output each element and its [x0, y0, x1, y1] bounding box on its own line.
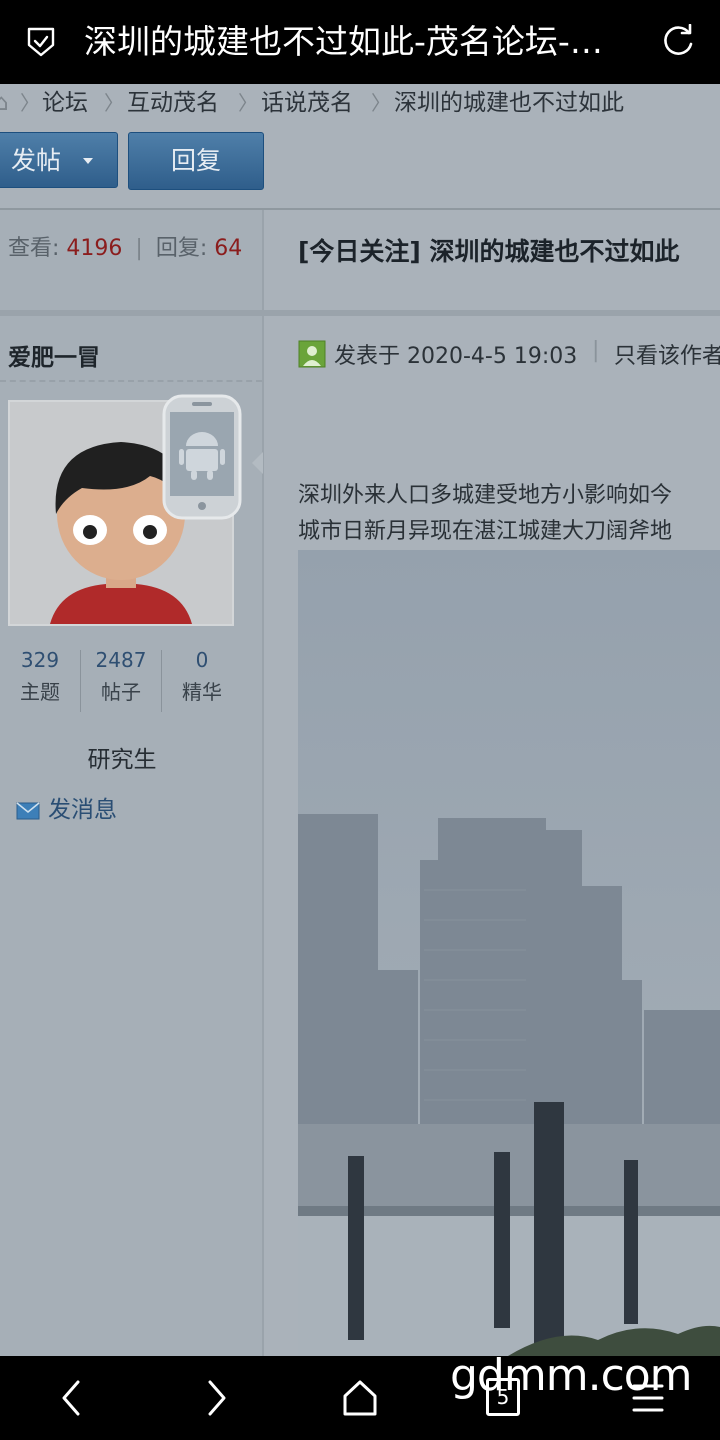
android-client-icon [162, 394, 242, 520]
only-author-link[interactable]: 只看该作者 [614, 338, 720, 370]
post-timestamp: 发表于 2020-4-5 19:03 [334, 344, 578, 369]
home-icon[interactable] [342, 1378, 378, 1418]
new-post-label: 发帖 [11, 146, 62, 175]
stats-separator: | [135, 236, 143, 261]
author-name[interactable]: 爱肥一冒 [8, 338, 100, 372]
home-icon[interactable]: ⌂ [0, 84, 9, 122]
breadcrumb-item-thread[interactable]: 深圳的城建也不过如此 [394, 84, 624, 122]
send-message-label: 发消息 [48, 797, 117, 823]
thread-stats: 查看: 4196 | 回复: 64 [8, 230, 242, 262]
forum-page: ⌂ 〉 论坛 〉 互动茂名 〉 话说茂名 〉 深圳的城建也不过如此 发帖 回复 … [0, 84, 720, 1356]
breadcrumb-item-interactive[interactable]: 互动茂名 [127, 84, 219, 122]
count-digest[interactable]: 0 精华 [162, 646, 242, 710]
post-body-line: 深圳外来人口多城建受地方小影响如今 [298, 483, 673, 508]
meta-separator: | [592, 338, 600, 363]
send-message-link[interactable]: 发消息 [16, 790, 117, 824]
speech-pointer [252, 452, 263, 474]
replies-count: 64 [214, 236, 243, 261]
reload-icon[interactable] [660, 24, 696, 60]
divider [0, 380, 262, 382]
breadcrumb-item-forum[interactable]: 论坛 [42, 84, 88, 122]
count-posts[interactable]: 2487 帖子 [81, 646, 161, 710]
browser-top-bar: 深圳的城建也不过如此-茂名论坛-话... [0, 0, 720, 84]
count-value: 2487 [95, 648, 147, 672]
breadcrumb-item-talk[interactable]: 话说茂名 [261, 84, 353, 122]
count-label: 帖子 [101, 680, 141, 704]
author-sidebar: 查看: 4196 | 回复: 64 爱肥一冒 329 主题 2487 帖子 0 … [0, 210, 263, 1356]
site-watermark: gdmm.com [450, 1350, 693, 1401]
column-divider [262, 210, 264, 1356]
thread-title: [今日关注] 深圳的城建也不过如此 [298, 237, 680, 266]
back-icon[interactable] [56, 1378, 88, 1418]
breadcrumb: ⌂ 〉 论坛 〉 互动茂名 〉 话说茂名 〉 深圳的城建也不过如此 [0, 84, 720, 124]
breadcrumb-separator: 〉 [238, 91, 258, 115]
reply-button[interactable]: 回复 [128, 132, 264, 190]
forward-icon[interactable] [200, 1378, 232, 1418]
shield-check-icon[interactable] [26, 26, 56, 58]
reply-label: 回复 [170, 146, 221, 175]
chevron-down-icon [83, 158, 93, 164]
divider [0, 310, 720, 316]
user-online-icon [298, 340, 326, 368]
author-counts: 329 主题 2487 帖子 0 精华 [0, 646, 244, 712]
count-label: 主题 [20, 680, 60, 704]
post-body-line: 城市日新月异现在湛江城建大刀阔斧地 [298, 519, 673, 544]
breadcrumb-separator: 〉 [371, 91, 391, 115]
views-label: 查看: [8, 236, 60, 261]
count-topics[interactable]: 329 主题 [0, 646, 80, 710]
count-label: 精华 [182, 680, 222, 704]
new-post-button[interactable]: 发帖 [0, 132, 118, 188]
count-value: 0 [195, 648, 209, 672]
post-photo[interactable] [298, 550, 720, 1356]
post-body: 深圳外来人口多城建受地方小影响如今 城市日新月异现在湛江城建大刀阔斧地 [298, 478, 672, 550]
author-rank: 研究生 [87, 747, 157, 773]
breadcrumb-separator: 〉 [104, 91, 124, 115]
replies-label: 回复: [155, 236, 208, 261]
envelope-icon [16, 801, 40, 819]
breadcrumb-separator: 〉 [20, 91, 40, 115]
page-title: 深圳的城建也不过如此-茂名论坛-话... [84, 22, 624, 61]
count-value: 329 [20, 648, 60, 672]
views-count: 4196 [66, 236, 123, 261]
